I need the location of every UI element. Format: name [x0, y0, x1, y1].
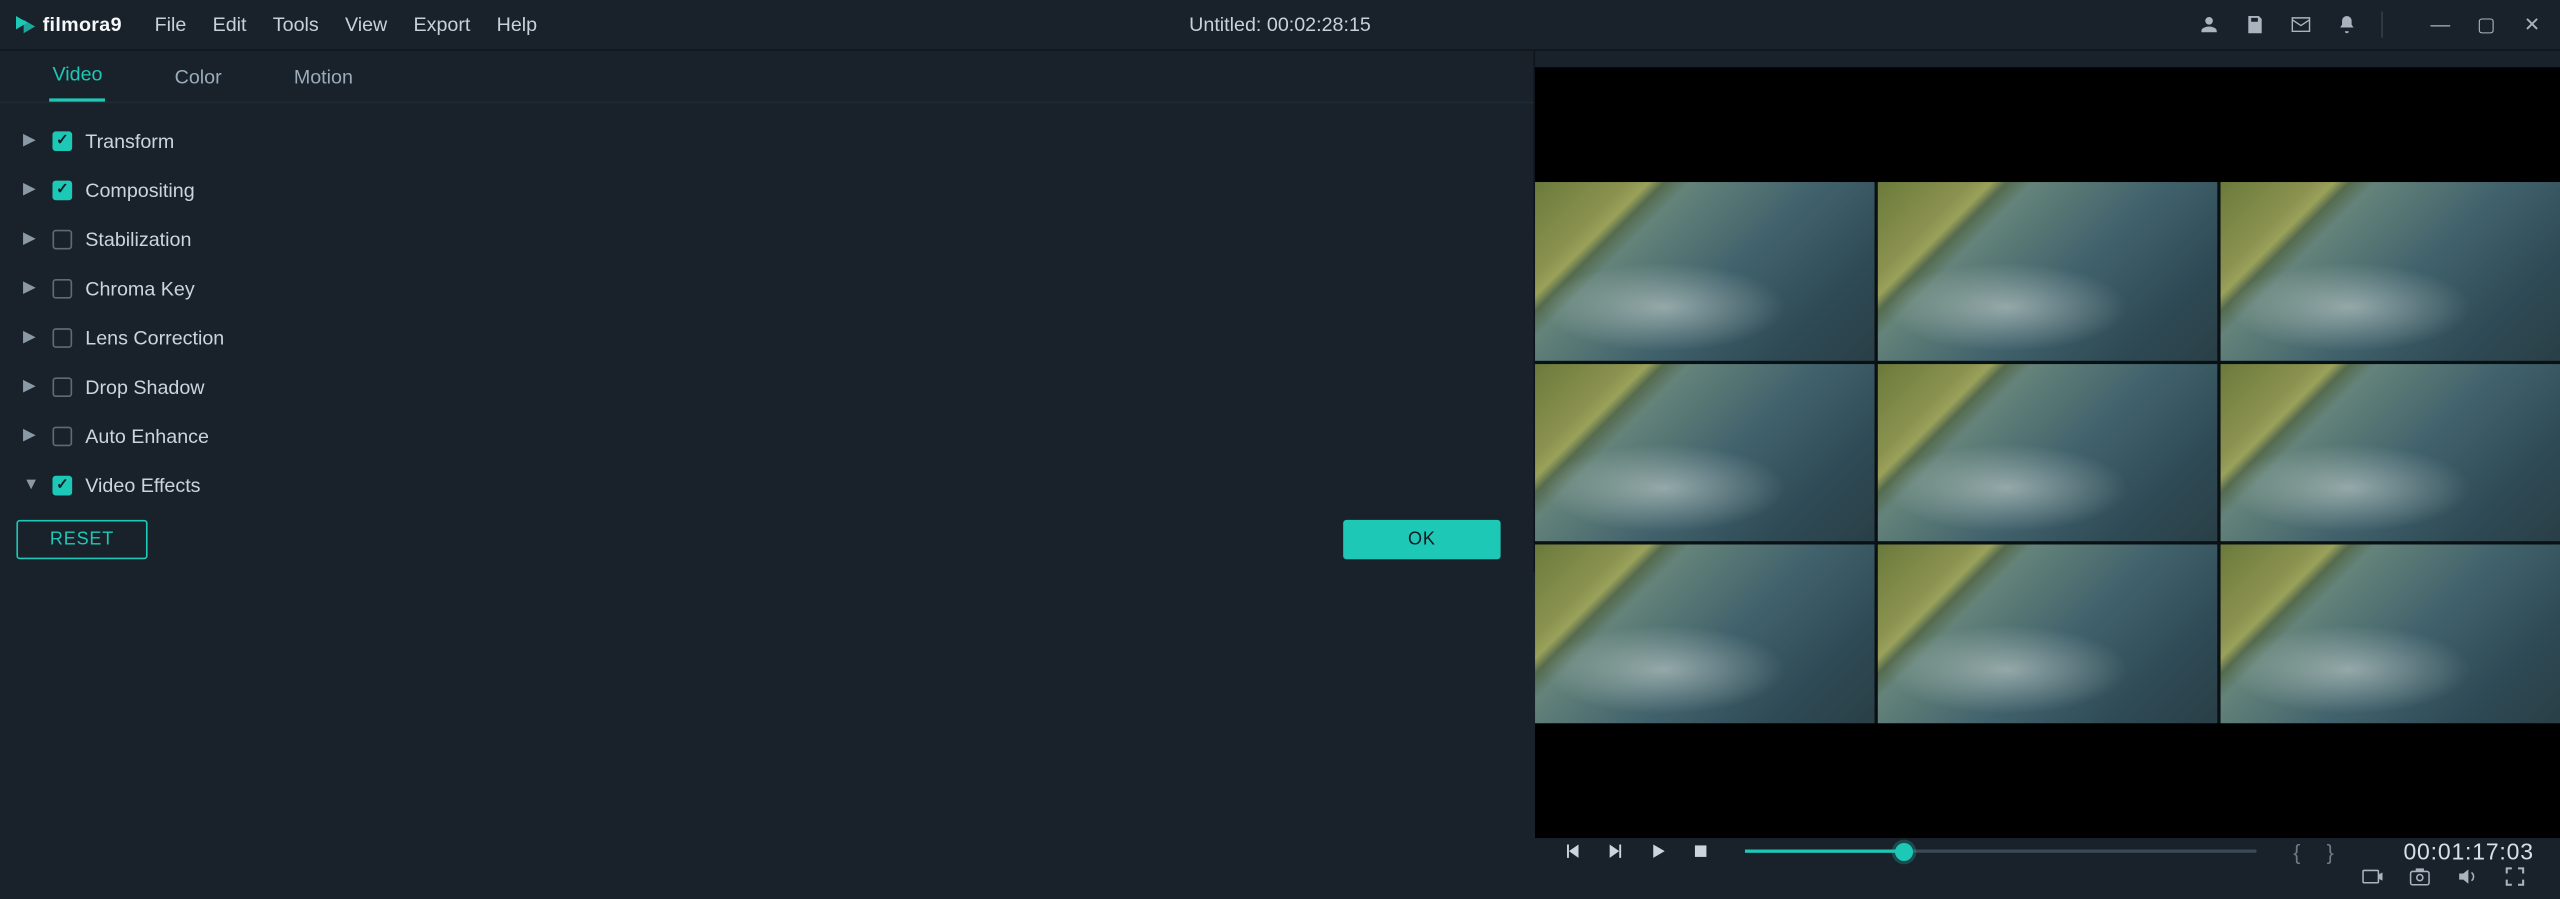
play-button[interactable] — [1647, 840, 1670, 863]
mark-in-button[interactable]: { — [2290, 839, 2304, 864]
checkbox[interactable] — [52, 426, 72, 446]
seek-slider[interactable] — [1745, 840, 2257, 863]
preview-util-row — [1535, 864, 2560, 898]
menu-bar: File Edit Tools View Export Help — [142, 3, 551, 46]
prev-frame-button[interactable] — [1561, 840, 1584, 863]
app-name: filmora9 — [43, 13, 122, 36]
tab-video[interactable]: Video — [49, 49, 106, 101]
close-button[interactable]: ✕ — [2517, 13, 2547, 36]
tab-motion[interactable]: Motion — [291, 52, 357, 101]
project-title: Untitled: 00:02:28:15 — [1189, 13, 1371, 36]
save-icon[interactable] — [2244, 13, 2267, 36]
logo: filmora9 — [13, 13, 141, 36]
prop-video-effects[interactable]: ▼ Video Effects — [16, 461, 1500, 507]
chevron-right-icon: ▶ — [23, 131, 39, 149]
chevron-right-icon: ▶ — [23, 230, 39, 248]
checkbox[interactable] — [52, 180, 72, 200]
prop-chroma-key[interactable]: ▶ Chroma Key — [16, 264, 1500, 313]
prop-lens-correction[interactable]: ▶ Lens Correction — [16, 313, 1500, 362]
checkbox[interactable] — [52, 278, 72, 298]
ok-button[interactable]: OK — [1343, 520, 1500, 559]
prop-transform[interactable]: ▶ Transform — [16, 116, 1500, 165]
checkbox[interactable] — [52, 475, 72, 495]
menu-edit[interactable]: Edit — [199, 3, 259, 46]
menu-help[interactable]: Help — [484, 3, 551, 46]
chevron-right-icon: ▶ — [23, 279, 39, 297]
stop-button[interactable] — [1689, 840, 1712, 863]
menu-export[interactable]: Export — [400, 3, 483, 46]
next-frame-button[interactable] — [1604, 840, 1627, 863]
prop-auto-enhance[interactable]: ▶ Auto Enhance — [16, 412, 1500, 461]
tvwall-grid — [1535, 182, 2560, 723]
properties-panel: Video Color Motion ▶ Transform ▶ Composi… — [0, 51, 1535, 573]
mail-icon[interactable] — [2289, 13, 2312, 36]
chevron-right-icon: ▶ — [23, 426, 39, 444]
tab-row: Video Color Motion — [0, 51, 1533, 103]
volume-icon[interactable] — [2455, 864, 2480, 889]
playback-bar: { } 00:01:17:03 — [1535, 838, 2560, 864]
snapshot-icon[interactable] — [2408, 864, 2433, 889]
timecode-display: 00:01:17:03 — [2370, 838, 2534, 864]
menu-view[interactable]: View — [332, 3, 401, 46]
menu-tools[interactable]: Tools — [260, 3, 332, 46]
checkbox[interactable] — [52, 327, 72, 347]
checkbox[interactable] — [52, 130, 72, 150]
prop-stabilization[interactable]: ▶ Stabilization — [16, 215, 1500, 264]
video-preview — [1535, 67, 2560, 838]
maximize-button[interactable]: ▢ — [2471, 13, 2501, 36]
chevron-right-icon: ▶ — [23, 180, 39, 198]
prop-drop-shadow[interactable]: ▶ Drop Shadow — [16, 362, 1500, 411]
title-bar: filmora9 File Edit Tools View Export Hel… — [0, 0, 2560, 49]
mark-out-button[interactable]: } — [2323, 839, 2337, 864]
notify-icon[interactable] — [2335, 13, 2358, 36]
minimize-button[interactable]: — — [2426, 13, 2456, 36]
prop-compositing[interactable]: ▶ Compositing — [16, 166, 1500, 215]
app-logo-icon — [13, 13, 36, 36]
fullscreen-icon[interactable] — [2503, 864, 2528, 889]
checkbox[interactable] — [52, 376, 72, 396]
chevron-right-icon: ▶ — [23, 377, 39, 395]
quality-icon[interactable] — [2360, 864, 2385, 889]
chevron-right-icon: ▶ — [23, 328, 39, 346]
checkbox[interactable] — [52, 229, 72, 249]
reset-button[interactable]: RESET — [16, 520, 147, 559]
menu-file[interactable]: File — [142, 3, 200, 46]
account-icon[interactable] — [2198, 13, 2221, 36]
tab-color[interactable]: Color — [171, 52, 225, 101]
chevron-down-icon: ▼ — [23, 476, 39, 494]
preview-panel: { } 00:01:17:03 — [1535, 51, 2560, 573]
